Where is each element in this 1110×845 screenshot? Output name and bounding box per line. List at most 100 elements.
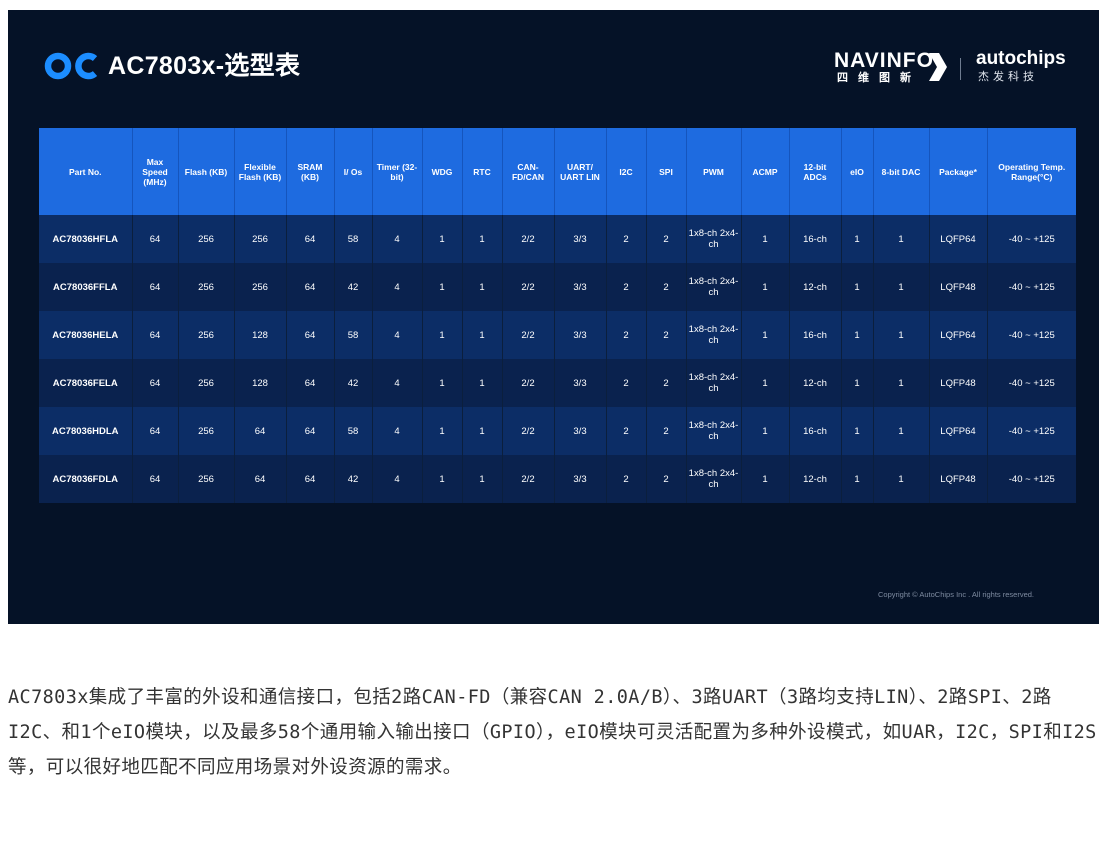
header-wdg: WDG (422, 128, 463, 215)
cell-dac: 1 (873, 407, 930, 455)
cell-can: 2/2 (502, 215, 555, 263)
table-header: Part No. Max Speed (MHz) Flash (KB) Flex… (39, 128, 1076, 215)
cell-wdg: 1 (422, 359, 463, 407)
cell-part-no: AC78036FELA (39, 359, 133, 407)
cell-ios: 58 (334, 407, 373, 455)
cell-ios: 42 (334, 455, 373, 503)
cell-spi: 2 (646, 455, 687, 503)
cell-rtc: 1 (462, 311, 503, 359)
cell-max-speed: 64 (132, 407, 179, 455)
cell-max-speed: 64 (132, 263, 179, 311)
cell-adc: 16-ch (789, 407, 842, 455)
product-selection-slide: AC7803x-选型表 NAVINFO 四维图新 autochips 杰发科技 … (8, 10, 1099, 624)
header-rtc: RTC (462, 128, 503, 215)
cell-sram: 64 (286, 407, 335, 455)
cell-dac: 1 (873, 455, 930, 503)
header-can: CAN-FD/CAN (502, 128, 555, 215)
cell-temp-range: -40 ~ +125 (987, 215, 1076, 263)
cell-sram: 64 (286, 311, 335, 359)
cell-spi: 2 (646, 263, 687, 311)
cell-temp-range: -40 ~ +125 (987, 455, 1076, 503)
cell-ios: 58 (334, 311, 373, 359)
cell-flash: 256 (178, 263, 235, 311)
cell-package: LQFP64 (929, 215, 988, 263)
header-temp-range: Operating Temp. Range(°C) (987, 128, 1076, 215)
cell-can: 2/2 (502, 359, 555, 407)
cell-spi: 2 (646, 311, 687, 359)
cell-pwm: 1x8-ch 2x4-ch (686, 263, 742, 311)
cell-adc: 12-ch (789, 359, 842, 407)
cell-temp-range: -40 ~ +125 (987, 263, 1076, 311)
header-adc: 12-bit ADCs (789, 128, 842, 215)
header-flexible-flash: Flexible Flash (KB) (234, 128, 287, 215)
cell-adc: 16-ch (789, 311, 842, 359)
description-paragraph: AC7803x集成了丰富的外设和通信接口，包括2路CAN-FD（兼容CAN 2.… (8, 687, 1097, 778)
header-pwm: PWM (686, 128, 742, 215)
table-row: AC78036HFLA 64 256 256 64 58 4 1 1 2/2 3… (39, 215, 1076, 263)
cell-sram: 64 (286, 215, 335, 263)
cell-pwm: 1x8-ch 2x4-ch (686, 215, 742, 263)
cell-dac: 1 (873, 215, 930, 263)
cell-part-no: AC78036FDLA (39, 455, 133, 503)
header-package: Package* (929, 128, 988, 215)
cell-eio: 1 (841, 215, 874, 263)
navinfo-logo-text: NAVINFO (834, 49, 934, 72)
cell-sram: 64 (286, 455, 335, 503)
cell-eio: 1 (841, 359, 874, 407)
header-flash: Flash (KB) (178, 128, 235, 215)
cell-uart: 3/3 (554, 215, 607, 263)
cell-i2c: 2 (606, 359, 647, 407)
header-ios: I/ Os (334, 128, 373, 215)
cell-flash: 256 (178, 407, 235, 455)
cell-adc: 12-ch (789, 263, 842, 311)
cell-package: LQFP48 (929, 359, 988, 407)
table-row: AC78036HDLA 64 256 64 64 58 4 1 1 2/2 3/… (39, 407, 1076, 455)
cell-ios: 58 (334, 215, 373, 263)
cell-can: 2/2 (502, 407, 555, 455)
cell-max-speed: 64 (132, 455, 179, 503)
table-row: AC78036FDLA 64 256 64 64 42 4 1 1 2/2 3/… (39, 455, 1076, 503)
cell-i2c: 2 (606, 263, 647, 311)
cell-pwm: 1x8-ch 2x4-ch (686, 359, 742, 407)
cell-max-speed: 64 (132, 359, 179, 407)
cell-eio: 1 (841, 455, 874, 503)
brand-divider (960, 58, 961, 80)
cell-flexible-flash: 128 (234, 359, 287, 407)
cell-max-speed: 64 (132, 311, 179, 359)
cell-dac: 1 (873, 311, 930, 359)
cell-can: 2/2 (502, 263, 555, 311)
cell-pwm: 1x8-ch 2x4-ch (686, 455, 742, 503)
selection-table: Part No. Max Speed (MHz) Flash (KB) Flex… (39, 128, 1076, 503)
cell-i2c: 2 (606, 455, 647, 503)
cell-temp-range: -40 ~ +125 (987, 311, 1076, 359)
oc-logo-icon (44, 52, 98, 80)
cell-uart: 3/3 (554, 407, 607, 455)
cell-pwm: 1x8-ch 2x4-ch (686, 407, 742, 455)
cell-dac: 1 (873, 359, 930, 407)
cell-eio: 1 (841, 407, 874, 455)
cell-rtc: 1 (462, 263, 503, 311)
cell-i2c: 2 (606, 311, 647, 359)
cell-flexible-flash: 64 (234, 455, 287, 503)
cell-rtc: 1 (462, 359, 503, 407)
cell-ios: 42 (334, 359, 373, 407)
cell-rtc: 1 (462, 215, 503, 263)
header-sram: SRAM (KB) (286, 128, 335, 215)
cell-can: 2/2 (502, 311, 555, 359)
cell-package: LQFP64 (929, 311, 988, 359)
cell-flash: 256 (178, 215, 235, 263)
header-dac: 8-bit DAC (873, 128, 930, 215)
cell-wdg: 1 (422, 263, 463, 311)
cell-package: LQFP48 (929, 455, 988, 503)
table-row: AC78036HELA 64 256 128 64 58 4 1 1 2/2 3… (39, 311, 1076, 359)
cell-timer: 4 (372, 263, 423, 311)
cell-wdg: 1 (422, 407, 463, 455)
cell-spi: 2 (646, 359, 687, 407)
cell-part-no: AC78036FFLA (39, 263, 133, 311)
autochips-logo-text: autochips (976, 48, 1066, 69)
cell-acmp: 1 (741, 311, 790, 359)
header-eio: eIO (841, 128, 874, 215)
cell-acmp: 1 (741, 407, 790, 455)
cell-spi: 2 (646, 407, 687, 455)
header-uart: UART/ UART LIN (554, 128, 607, 215)
